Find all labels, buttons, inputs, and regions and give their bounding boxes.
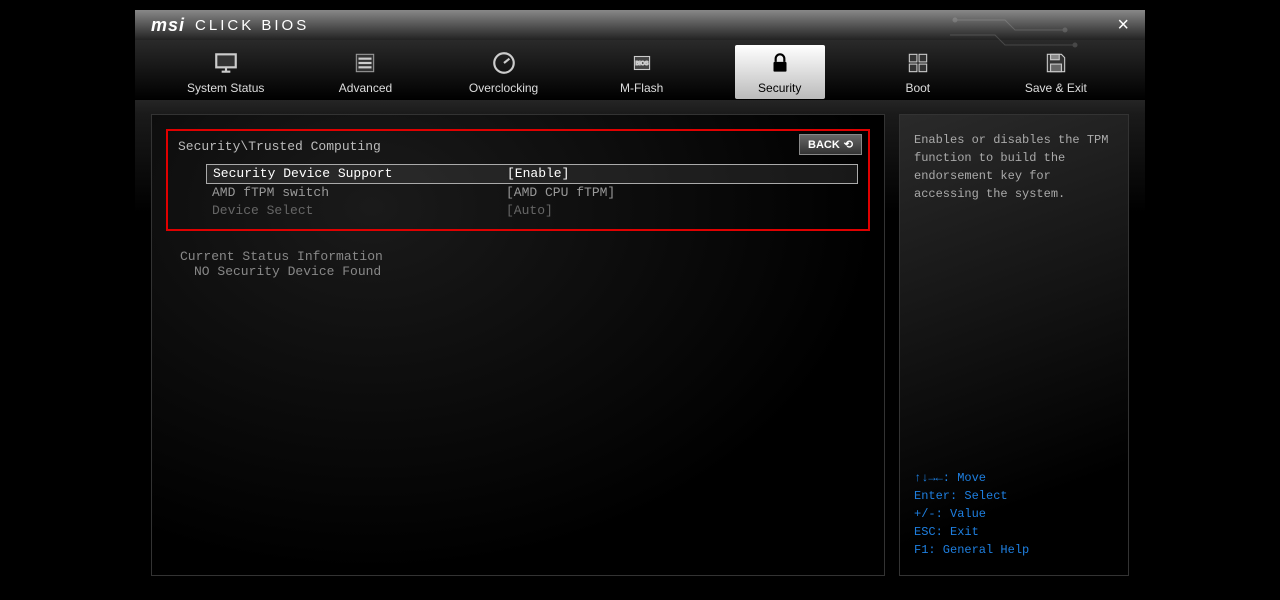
nav-label: M-Flash — [620, 81, 663, 95]
nav-mflash[interactable]: BIOS M-Flash — [597, 45, 687, 99]
setting-value: [Enable] — [507, 165, 569, 183]
highlighted-region: Security\Trusted Computing BACK ⟲ Securi… — [166, 129, 870, 231]
svg-text:BIOS: BIOS — [635, 61, 648, 67]
nav-label: Boot — [905, 81, 930, 95]
setting-label: AMD fTPM switch — [206, 184, 506, 202]
chip-icon: BIOS — [628, 49, 656, 77]
sliders-icon — [351, 49, 379, 77]
setting-value: [AMD CPU fTPM] — [506, 184, 615, 202]
nav-label: Security — [758, 81, 801, 95]
close-icon[interactable]: × — [1117, 14, 1129, 37]
nav-label: Advanced — [339, 81, 392, 95]
back-button[interactable]: BACK ⟲ — [799, 134, 862, 155]
nav-label: Overclocking — [469, 81, 538, 95]
help-panel: Enables or disables the TPM function to … — [899, 114, 1129, 576]
bios-window: msi CLICK BIOS × System Status Advanced — [135, 10, 1145, 590]
save-icon — [1042, 49, 1070, 77]
key-hints: ↑↓→←: Move Enter: Select +/-: Value ESC:… — [914, 469, 1114, 559]
main-nav: System Status Advanced Overclocking BIOS… — [135, 40, 1145, 100]
hint-help: F1: General Help — [914, 541, 1114, 559]
gauge-icon — [490, 49, 518, 77]
nav-save-exit[interactable]: Save & Exit — [1011, 45, 1101, 99]
nav-label: System Status — [187, 81, 264, 95]
boot-order-icon — [904, 49, 932, 77]
status-header: Current Status Information — [180, 249, 870, 264]
nav-label: Save & Exit — [1025, 81, 1087, 95]
nav-boot[interactable]: Boot — [873, 45, 963, 99]
setting-value: [Auto] — [506, 202, 553, 220]
hint-value: +/-: Value — [914, 505, 1114, 523]
window-title: CLICK BIOS — [195, 17, 309, 34]
help-text: Enables or disables the TPM function to … — [914, 131, 1114, 203]
back-label: BACK — [808, 139, 840, 151]
breadcrumb: Security\Trusted Computing — [178, 139, 858, 154]
brand-logo: msi — [151, 15, 185, 36]
status-section: Current Status Information NO Security D… — [166, 249, 870, 279]
titlebar: msi CLICK BIOS × — [135, 10, 1145, 40]
hint-exit: ESC: Exit — [914, 523, 1114, 541]
setting-amd-ftpm-switch[interactable]: AMD fTPM switch [AMD CPU fTPM] — [206, 184, 858, 202]
hint-move: ↑↓→←: Move — [914, 469, 1114, 487]
setting-device-select: Device Select [Auto] — [206, 202, 858, 220]
content-area: Security\Trusted Computing BACK ⟲ Securi… — [135, 100, 1145, 590]
nav-security[interactable]: Security — [735, 45, 825, 99]
setting-security-device-support[interactable]: Security Device Support [Enable] — [206, 164, 858, 184]
main-panel: Security\Trusted Computing BACK ⟲ Securi… — [151, 114, 885, 576]
settings-list: Security Device Support [Enable] AMD fTP… — [178, 164, 858, 221]
setting-label: Security Device Support — [207, 165, 507, 183]
setting-label: Device Select — [206, 202, 506, 220]
nav-overclocking[interactable]: Overclocking — [459, 45, 549, 99]
lock-icon — [766, 49, 794, 77]
nav-system-status[interactable]: System Status — [179, 45, 272, 99]
back-arrow-icon: ⟲ — [844, 138, 853, 151]
nav-advanced[interactable]: Advanced — [320, 45, 410, 99]
monitor-icon — [212, 49, 240, 77]
hint-select: Enter: Select — [914, 487, 1114, 505]
status-line: NO Security Device Found — [180, 264, 870, 279]
